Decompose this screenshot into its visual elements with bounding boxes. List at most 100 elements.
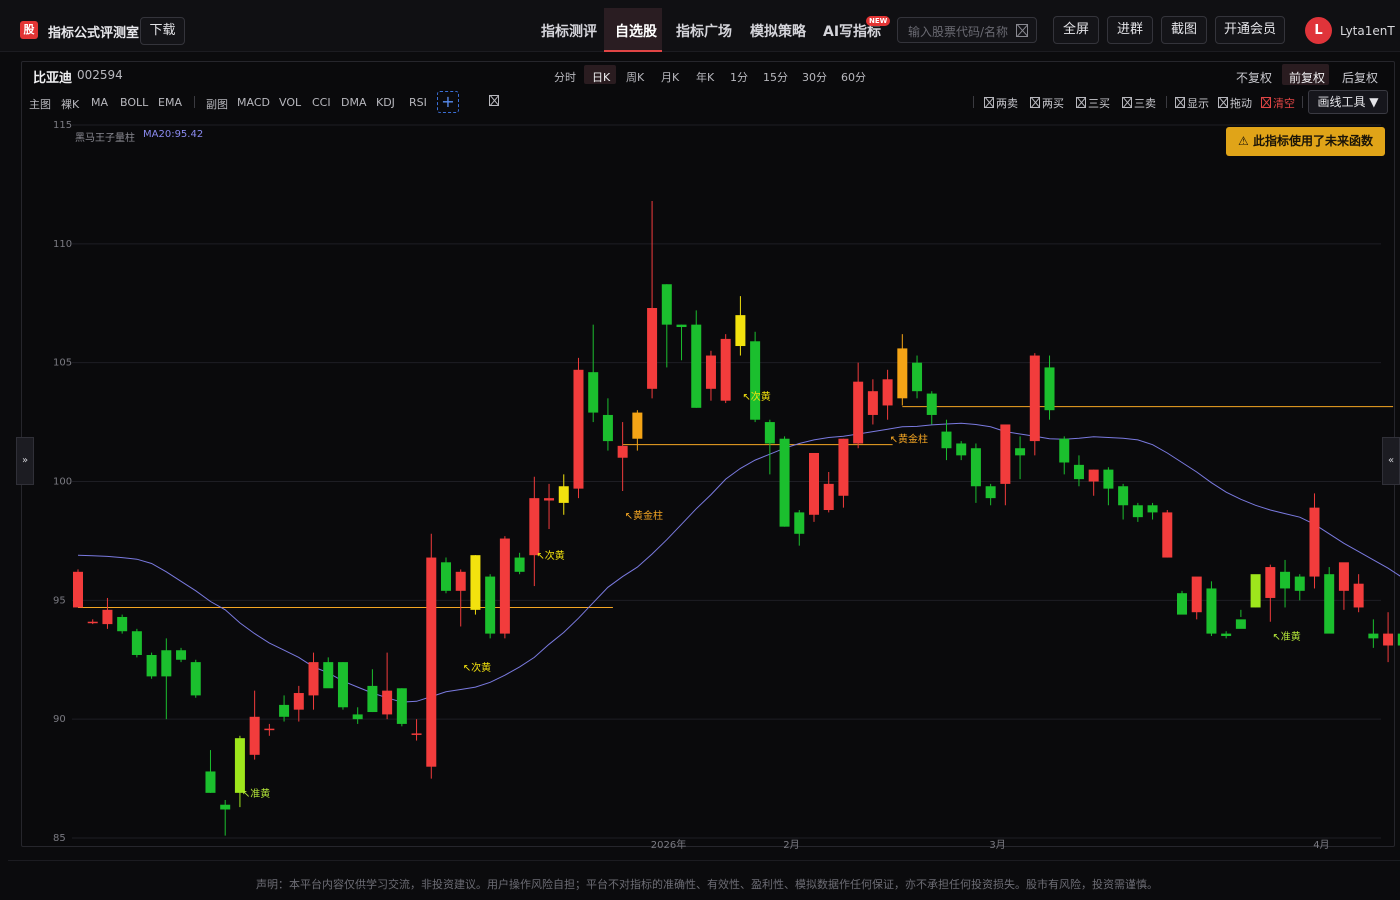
signal-annotation: ↖次黄	[742, 390, 770, 403]
candle-body	[529, 498, 540, 556]
candle-body	[1029, 355, 1040, 442]
candle-body	[1132, 505, 1143, 518]
candle-body	[352, 714, 363, 720]
candle-body	[838, 438, 849, 496]
right-expand-handle[interactable]: «	[1382, 437, 1400, 485]
candle-body	[485, 576, 496, 634]
candle-body	[382, 690, 393, 715]
candle-body	[544, 498, 555, 501]
candle-body	[411, 733, 422, 735]
candle-body	[1338, 562, 1349, 591]
candle-body	[514, 557, 525, 572]
candle-body	[632, 412, 643, 439]
candle-body	[1177, 593, 1187, 615]
candle-body	[470, 555, 481, 610]
candle-body	[337, 662, 348, 708]
candle-body	[926, 393, 937, 415]
signal-annotation: ↖次黄	[463, 661, 491, 674]
candle-body	[396, 688, 407, 724]
candle-body	[1162, 512, 1173, 558]
future-function-warning-button[interactable]: ⚠ 此指标使用了未来函数	[1226, 127, 1385, 156]
candle-body	[941, 431, 952, 449]
candle-body	[1147, 505, 1158, 513]
y-tick-label: 105	[53, 358, 72, 369]
y-tick-label: 85	[53, 833, 66, 844]
candle-body	[441, 562, 451, 591]
candle-body	[220, 804, 231, 810]
candle-body	[117, 616, 128, 632]
candle-body	[794, 512, 805, 534]
candle-body	[853, 381, 864, 444]
signal-annotation: ↖次黄	[536, 549, 564, 562]
candle-body	[617, 445, 628, 458]
candle-body	[264, 728, 275, 731]
signal-annotation: ↖黄金柱	[625, 509, 663, 522]
x-tick-label: 2026年	[651, 838, 686, 851]
candle-body	[764, 422, 775, 444]
x-tick-label: 3月	[989, 839, 1005, 851]
candle-body	[1206, 588, 1217, 634]
candle-body	[1191, 576, 1202, 613]
candle-body	[647, 308, 658, 389]
candle-body	[1221, 633, 1232, 636]
ma20-path	[77, 422, 1400, 703]
candle-body	[323, 662, 334, 689]
candle-body	[602, 414, 613, 442]
y-tick-label: 115	[53, 120, 72, 131]
footer-divider	[8, 860, 1400, 861]
candle-body	[970, 448, 981, 487]
candle-body	[308, 662, 319, 696]
candle-body	[1280, 571, 1291, 589]
candle-body	[1015, 448, 1026, 456]
y-tick-label: 90	[53, 714, 66, 725]
candle-body	[279, 704, 290, 717]
candle-body	[691, 324, 702, 408]
candle-body	[455, 571, 466, 591]
ma20-value-label: MA20:95.42	[143, 129, 204, 140]
candle-body	[1235, 619, 1246, 629]
candle-body	[1000, 424, 1011, 484]
candle-body	[190, 662, 201, 696]
grid	[72, 124, 1381, 839]
candle-body	[205, 771, 216, 793]
candle-body	[1118, 486, 1129, 506]
candle-body	[912, 362, 923, 392]
candle-body	[102, 609, 113, 625]
annotations: ↖准黄 ↖次黄 ↖次黄 ↖黄金柱 ↖次黄 ↖黄金柱 ↖准黄	[242, 390, 1301, 800]
signal-annotation: ↖准黄	[1272, 630, 1300, 643]
candle-body	[779, 438, 790, 527]
candle-body	[573, 369, 584, 489]
candle-body	[87, 621, 98, 624]
candle-body	[1059, 438, 1070, 463]
candle-body	[131, 631, 142, 655]
candle-body	[661, 284, 672, 325]
candle-body	[146, 654, 157, 677]
left-expand-handle[interactable]: »	[16, 437, 34, 485]
y-tick-label: 100	[53, 477, 72, 488]
candle-body	[750, 341, 761, 420]
candle-body	[1368, 633, 1379, 639]
candle-body	[234, 738, 245, 793]
candle-body	[1294, 576, 1305, 591]
candle-body	[1383, 633, 1394, 646]
candle-body	[367, 685, 378, 713]
candle-body	[1073, 464, 1084, 480]
candle-body	[161, 650, 172, 677]
candle-body	[1250, 574, 1261, 608]
candle-body	[1088, 469, 1099, 482]
candles	[73, 201, 1400, 836]
disclaimer-text: 声明：本平台内容仅供学习交流，非投资建议。用户操作风险自担；平台不对指标的准确性…	[256, 878, 1158, 891]
candle-body	[426, 557, 437, 767]
indicator-name: 黑马王子量柱	[75, 133, 135, 144]
candle-body	[293, 693, 304, 710]
ma20-line	[77, 422, 1400, 703]
candle-body	[720, 338, 731, 401]
candle-body	[588, 372, 599, 413]
x-tick-label: 4月	[1313, 839, 1329, 851]
candle-body	[176, 650, 187, 660]
signal-annotation: ↖黄金柱	[890, 433, 928, 446]
candlestick-chart[interactable]: ↖准黄 ↖次黄 ↖次黄 ↖黄金柱 ↖次黄 ↖黄金柱 ↖准黄 115 110 105 100 95 90…	[0, 0, 1400, 900]
candle-body	[897, 348, 908, 399]
candle-body	[1103, 469, 1114, 489]
candle-body	[1353, 583, 1364, 608]
